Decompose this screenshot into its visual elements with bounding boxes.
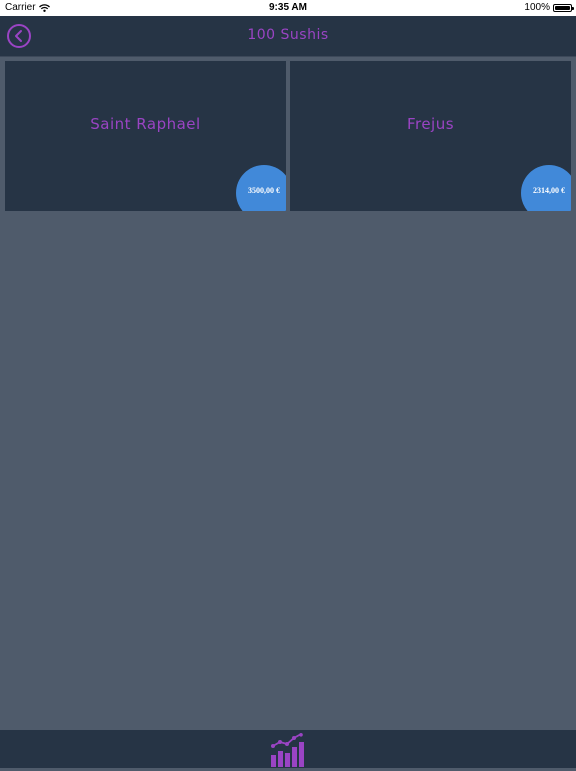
restaurant-card-saint-raphael[interactable]: Saint Raphael 3500,00 € bbox=[5, 61, 286, 211]
restaurant-grid: Saint Raphael 3500,00 € Frejus 2314,00 € bbox=[5, 61, 571, 211]
status-time: 9:35 AM bbox=[269, 2, 307, 13]
bar-chart-trend-icon bbox=[271, 733, 304, 767]
battery-icon bbox=[553, 3, 574, 12]
card-title: Frejus bbox=[406, 115, 455, 133]
page-title: 100 Sushis bbox=[247, 27, 329, 43]
price-value: 3500,00 € bbox=[248, 186, 280, 195]
status-bar: Carrier 9:35 AM 100% bbox=[0, 0, 576, 16]
price-badge: 3500,00 € bbox=[236, 165, 286, 211]
price-value: 2314,00 € bbox=[533, 186, 565, 195]
battery-info: 100% bbox=[524, 2, 574, 13]
restaurant-card-frejus[interactable]: Frejus 2314,00 € bbox=[290, 61, 571, 211]
tab-bar bbox=[0, 730, 576, 768]
price-badge: 2314,00 € bbox=[521, 165, 571, 211]
navigation-bar: 100 Sushis bbox=[0, 16, 576, 57]
stats-tab[interactable] bbox=[269, 733, 307, 767]
battery-percent: 100% bbox=[524, 2, 550, 13]
card-title: Saint Raphael bbox=[90, 115, 201, 133]
